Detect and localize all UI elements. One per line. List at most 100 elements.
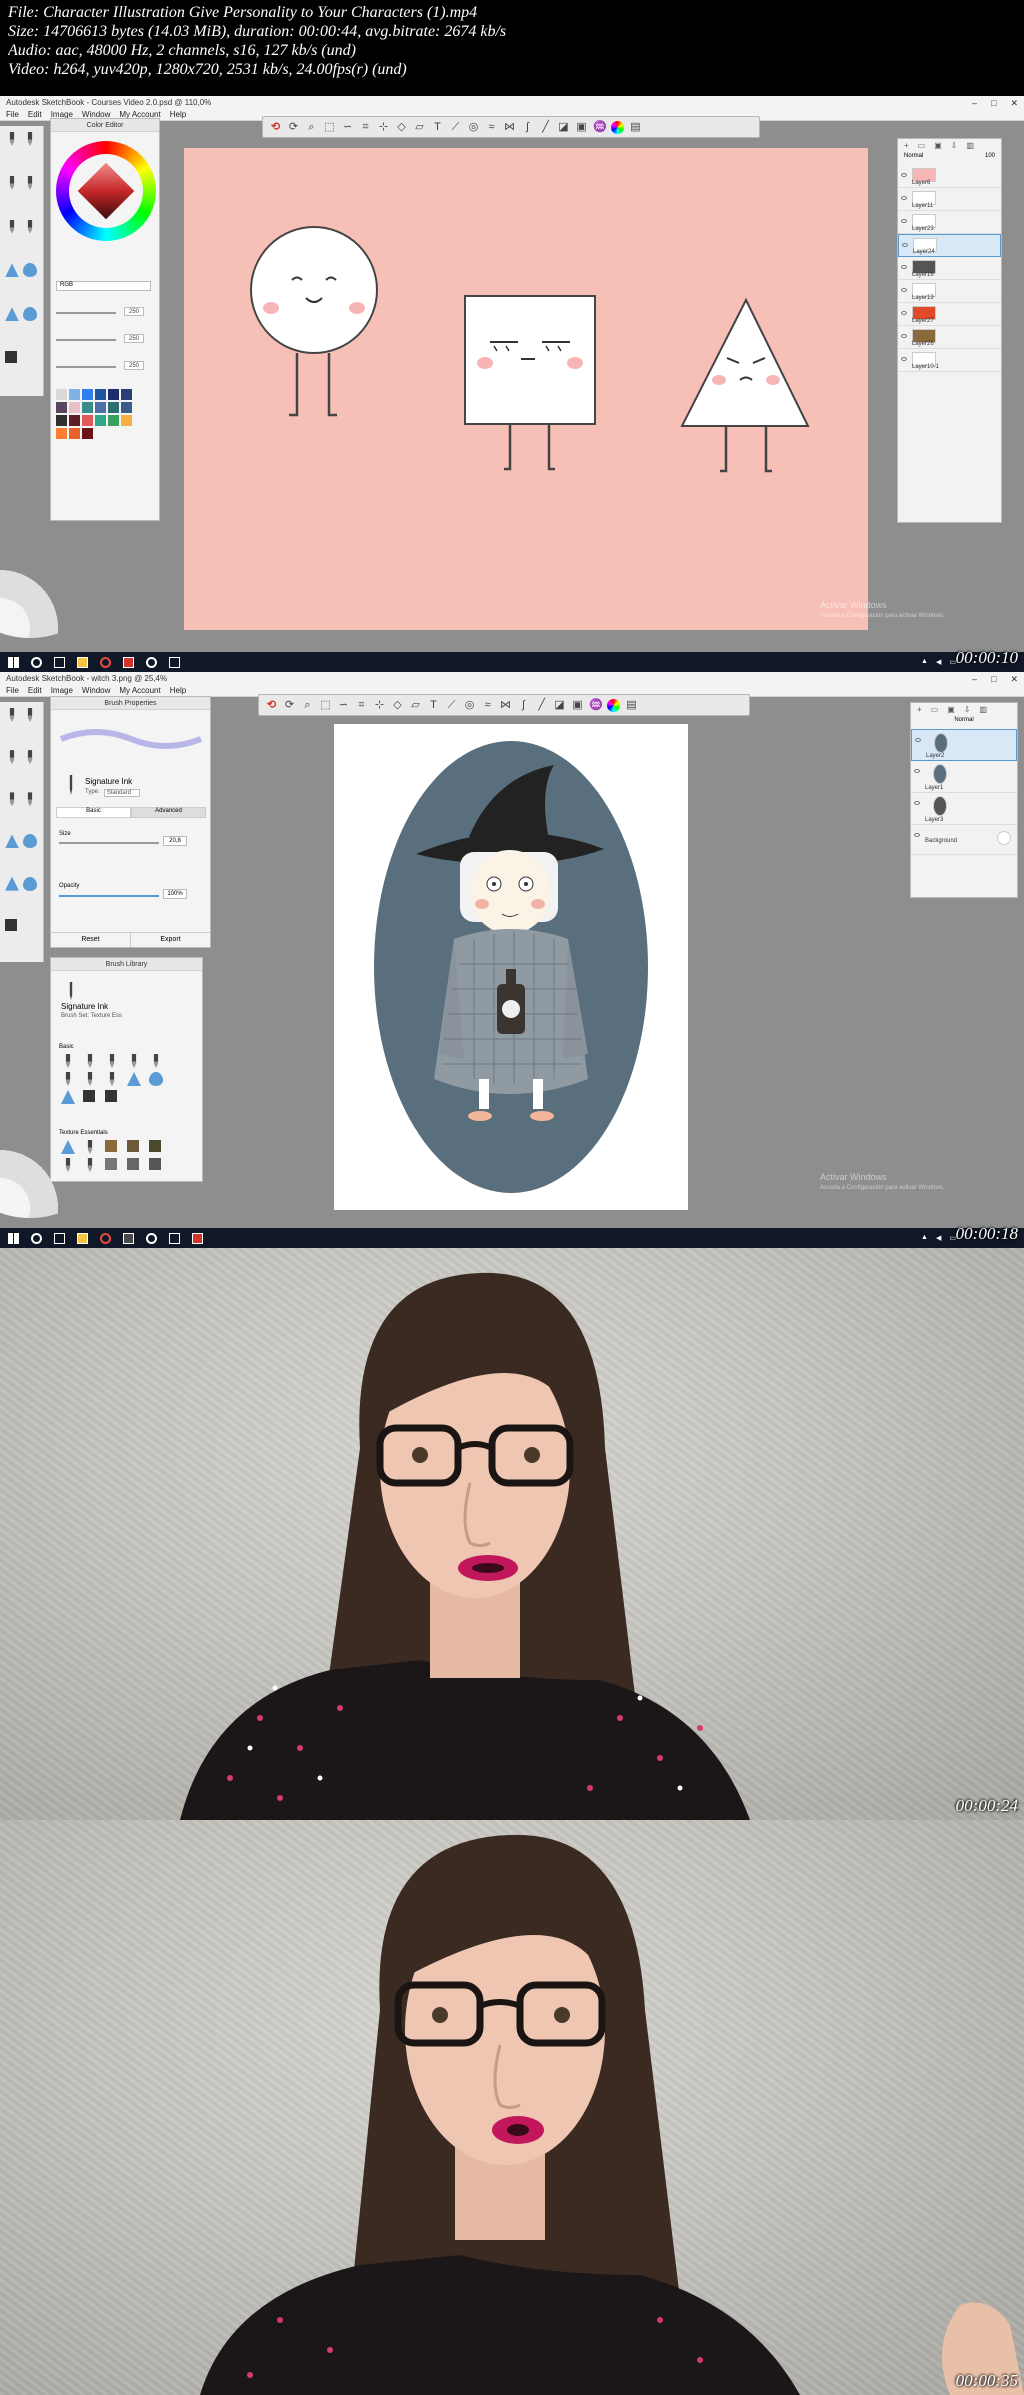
eye-icon[interactable] bbox=[914, 833, 920, 837]
drop-icon[interactable] bbox=[23, 834, 37, 849]
eye-icon[interactable] bbox=[915, 738, 921, 742]
lagoon-radial-menu[interactable] bbox=[0, 558, 90, 638]
copic-icon[interactable]: ▣ bbox=[575, 121, 588, 134]
crop-icon[interactable]: ⌗ bbox=[359, 121, 372, 134]
eye-icon[interactable] bbox=[901, 219, 907, 223]
copic-icon[interactable]: ▣ bbox=[571, 699, 584, 712]
red-slider[interactable]: 250 bbox=[56, 307, 151, 317]
brush-icon[interactable] bbox=[9, 792, 15, 807]
export-button[interactable]: Export bbox=[131, 933, 210, 947]
color-wheel-icon[interactable] bbox=[607, 698, 620, 712]
brush-icon[interactable] bbox=[87, 1054, 93, 1068]
brush-icon[interactable] bbox=[105, 1090, 117, 1102]
text-icon[interactable]: T bbox=[427, 699, 440, 712]
brush-palette-icon[interactable]: ♒ bbox=[589, 699, 603, 712]
merge-icon[interactable]: ⇩ bbox=[951, 141, 958, 151]
brush-icon[interactable] bbox=[105, 1140, 117, 1152]
green-value[interactable]: 250 bbox=[124, 334, 144, 343]
perspective-icon[interactable]: ▱ bbox=[413, 121, 426, 134]
close-icon[interactable]: ✕ bbox=[1010, 98, 1018, 108]
zoom-icon[interactable]: ⌕ bbox=[301, 699, 314, 712]
swatch[interactable] bbox=[56, 402, 67, 413]
layer-item[interactable]: Layer3 bbox=[911, 793, 1017, 825]
file-explorer-icon[interactable] bbox=[77, 656, 88, 668]
trash-icon[interactable]: ▥ bbox=[980, 705, 988, 715]
trash-icon[interactable]: ▥ bbox=[967, 141, 975, 151]
blend-mode[interactable]: Normal bbox=[904, 153, 923, 165]
color-wheel[interactable] bbox=[56, 141, 156, 241]
folder-icon[interactable]: ▭ bbox=[931, 705, 939, 715]
maximize-icon[interactable]: □ bbox=[991, 98, 996, 108]
menu-edit[interactable]: Edit bbox=[28, 686, 42, 695]
tab-basic[interactable]: Basic bbox=[56, 807, 131, 818]
transform-icon[interactable]: ⊹ bbox=[377, 121, 390, 134]
layer-editor-icon[interactable]: ▤ bbox=[629, 121, 642, 134]
eye-icon[interactable] bbox=[901, 311, 907, 315]
swatch[interactable] bbox=[95, 415, 106, 426]
lasso-icon[interactable]: ∽ bbox=[341, 121, 354, 134]
windows-start-icon[interactable] bbox=[8, 1232, 19, 1244]
app-taskbar-icon[interactable] bbox=[146, 1232, 157, 1244]
layer-item[interactable]: Layer19 bbox=[898, 280, 1001, 303]
pen-icon[interactable] bbox=[27, 132, 33, 146]
layer-item[interactable]: Layer23 bbox=[898, 211, 1001, 234]
layer-item[interactable]: Layer27 bbox=[898, 303, 1001, 326]
swatch[interactable] bbox=[95, 389, 106, 400]
smudge-icon[interactable] bbox=[5, 307, 19, 322]
layer-opacity[interactable]: 100 bbox=[985, 153, 995, 165]
swatch[interactable] bbox=[95, 402, 106, 413]
brush-icon[interactable] bbox=[149, 1072, 163, 1086]
line-icon[interactable]: ╱ bbox=[539, 121, 552, 134]
swatch[interactable] bbox=[56, 389, 67, 400]
fill-triangle-icon[interactable] bbox=[5, 834, 19, 849]
layer-item[interactable]: Layer10-1 bbox=[898, 349, 1001, 372]
fill-icon[interactable]: ◪ bbox=[557, 121, 570, 134]
file-explorer-icon[interactable] bbox=[77, 1232, 88, 1244]
pen-icon[interactable] bbox=[27, 708, 33, 722]
size-value[interactable]: 20,8 bbox=[163, 836, 187, 846]
blur-icon[interactable] bbox=[23, 307, 37, 322]
brush-icon[interactable] bbox=[61, 1090, 75, 1104]
swatch[interactable] bbox=[56, 428, 67, 439]
redo-icon[interactable]: ⟳ bbox=[283, 699, 296, 712]
brush-icon[interactable] bbox=[127, 1072, 141, 1086]
minimize-icon[interactable]: – bbox=[972, 674, 977, 684]
swatch[interactable] bbox=[69, 389, 80, 400]
sketchbook-taskbar-icon[interactable] bbox=[123, 656, 134, 668]
fill-icon[interactable]: ◪ bbox=[553, 699, 566, 712]
blend-mode[interactable]: Normal bbox=[954, 717, 973, 723]
distort-icon[interactable]: ◇ bbox=[391, 699, 404, 712]
volume-icon[interactable]: ◀ bbox=[936, 1234, 941, 1242]
layer-item-selected[interactable]: Layer2 bbox=[911, 729, 1017, 761]
layer-editor-icon[interactable]: ▤ bbox=[625, 699, 638, 712]
swatch[interactable] bbox=[121, 415, 132, 426]
tab-advanced[interactable]: Advanced bbox=[131, 807, 206, 818]
line-icon[interactable]: ╱ bbox=[535, 699, 548, 712]
brush-icon[interactable] bbox=[149, 1140, 161, 1152]
swatch[interactable] bbox=[69, 402, 80, 413]
swatch[interactable] bbox=[108, 389, 119, 400]
task-view-icon[interactable] bbox=[54, 656, 65, 668]
swatch[interactable] bbox=[82, 389, 93, 400]
eye-icon[interactable] bbox=[901, 334, 907, 338]
layer-item[interactable]: Layer16 bbox=[898, 257, 1001, 280]
brush-icon[interactable] bbox=[149, 1158, 161, 1170]
layer-item-selected[interactable]: Layer24 bbox=[898, 234, 1001, 257]
swatch[interactable] bbox=[82, 428, 93, 439]
blue-slider[interactable]: 250 bbox=[56, 361, 151, 371]
volume-icon[interactable]: ◀ bbox=[936, 658, 941, 666]
menu-edit[interactable]: Edit bbox=[28, 110, 42, 119]
brush-icon[interactable] bbox=[131, 1054, 137, 1068]
sketchbook-taskbar-icon[interactable] bbox=[192, 1232, 203, 1244]
settings-taskbar-icon[interactable] bbox=[169, 656, 180, 668]
eye-icon[interactable] bbox=[901, 196, 907, 200]
brush-icon[interactable] bbox=[109, 1054, 115, 1068]
symmetry-icon[interactable]: ⋈ bbox=[503, 121, 516, 134]
undo-icon[interactable]: ⟲ bbox=[269, 121, 282, 134]
network-icon[interactable]: ▲ bbox=[921, 1234, 928, 1242]
ellipse-guide-icon[interactable]: ◎ bbox=[467, 121, 480, 134]
eye-icon[interactable] bbox=[914, 769, 920, 773]
brush-palette-icon[interactable]: ♒ bbox=[593, 121, 607, 134]
perspective-icon[interactable]: ▱ bbox=[409, 699, 422, 712]
opacity-value[interactable]: 100% bbox=[163, 889, 187, 899]
